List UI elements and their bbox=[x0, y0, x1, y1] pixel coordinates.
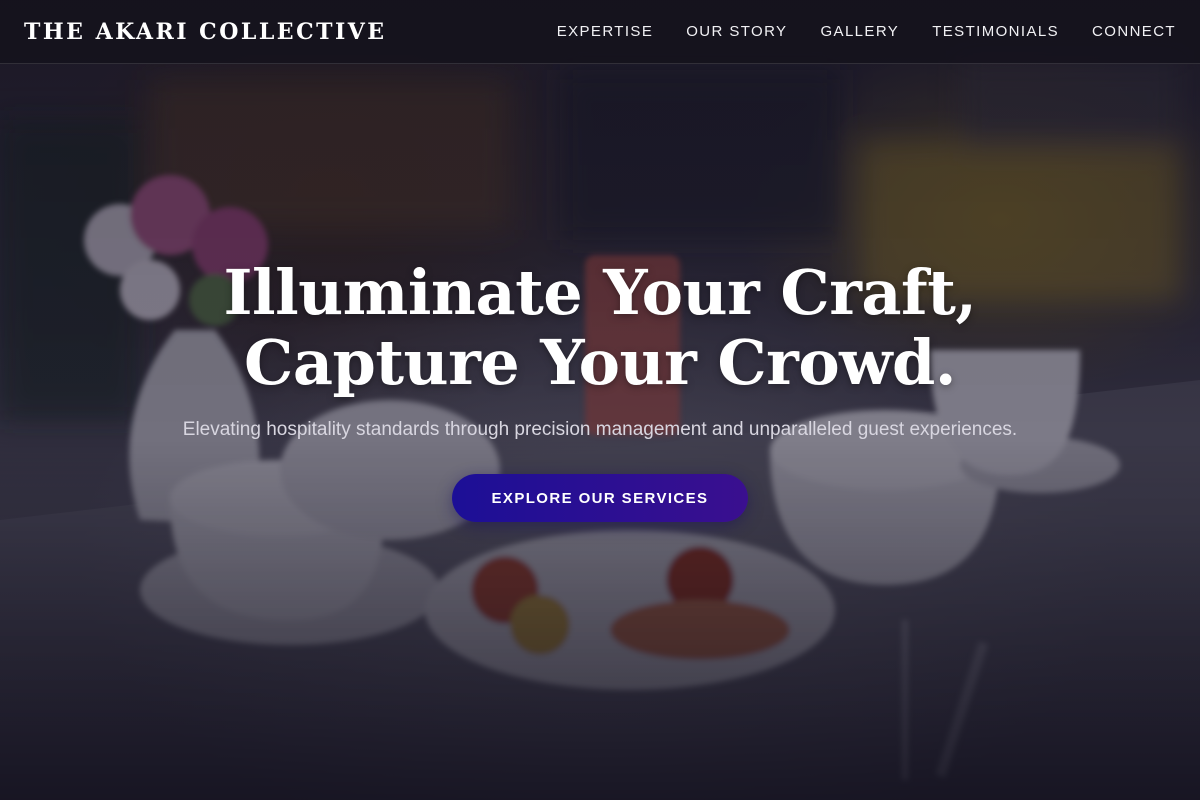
hero-content: Illuminate Your Craft, Capture Your Crow… bbox=[0, 258, 1200, 522]
nav-link-connect[interactable]: CONNECT bbox=[1092, 23, 1176, 40]
nav-link-our-story[interactable]: OUR STORY bbox=[686, 23, 787, 40]
top-navbar: THE AKARI COLLECTIVE EXPERTISE OUR STORY… bbox=[0, 0, 1200, 64]
hero-headline-line-1: Illuminate Your Craft, bbox=[223, 256, 977, 329]
nav-link-gallery[interactable]: GALLERY bbox=[820, 23, 899, 40]
hero-headline-line-2: Capture Your Crowd. bbox=[243, 326, 957, 399]
hero-section: THE AKARI COLLECTIVE EXPERTISE OUR STORY… bbox=[0, 0, 1200, 800]
hero-subheadline: Elevating hospitality standards through … bbox=[182, 419, 1018, 440]
hero-headline: Illuminate Your Craft, Capture Your Crow… bbox=[224, 258, 977, 398]
brand-logo-text[interactable]: THE AKARI COLLECTIVE bbox=[24, 19, 387, 45]
main-navigation: EXPERTISE OUR STORY GALLERY TESTIMONIALS… bbox=[557, 23, 1176, 40]
nav-link-expertise[interactable]: EXPERTISE bbox=[557, 23, 654, 40]
explore-services-button[interactable]: EXPLORE OUR SERVICES bbox=[451, 474, 749, 522]
nav-link-testimonials[interactable]: TESTIMONIALS bbox=[932, 23, 1059, 40]
